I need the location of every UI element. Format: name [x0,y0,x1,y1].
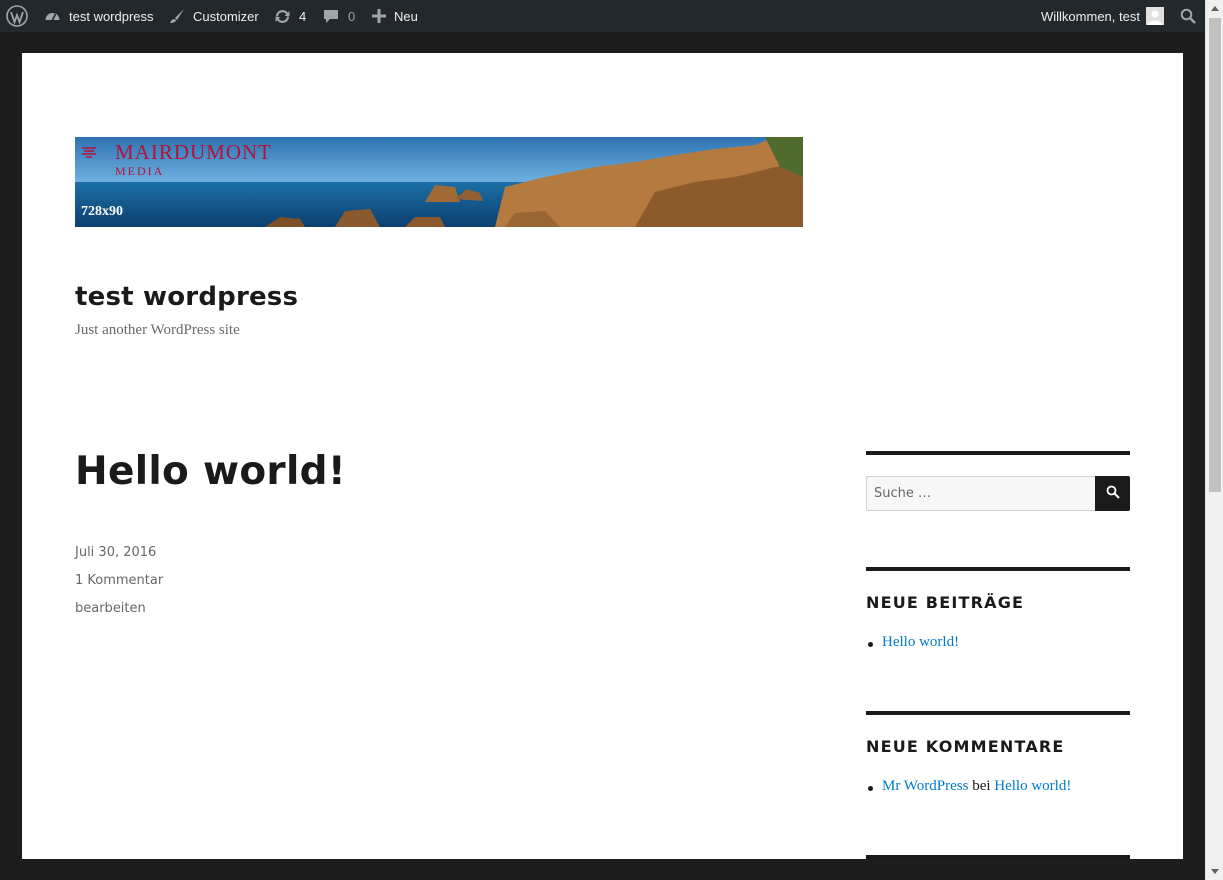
site-name-label: test wordpress [69,8,154,24]
updates-icon [274,8,291,25]
post-edit-link[interactable]: bearbeiten [75,601,146,616]
widget-divider [866,451,1130,455]
comment-bubble-icon [323,8,339,24]
vertical-scrollbar[interactable] [1205,0,1223,880]
banner-brand: MAIRDUMONT [115,140,272,164]
site-name-menu[interactable]: test wordpress [44,0,154,32]
search-icon[interactable] [1180,0,1196,32]
customizer-menu[interactable]: Customizer [169,0,259,32]
recent-posts-title: NEUE BEITRÄGE [866,593,1025,612]
my-account-menu[interactable]: Willkommen, test [1041,0,1164,32]
widget-divider [866,711,1130,715]
post-title[interactable]: Hello world! [75,449,346,494]
search-button[interactable] [1095,476,1130,511]
banner-brand-sub: MEDIA [115,164,165,178]
recent-comments-title: NEUE KOMMENTARE [866,737,1065,756]
welcome-label: Willkommen, test [1041,8,1140,24]
comment-connector: bei [972,778,991,794]
brand-logo-icon [81,145,97,159]
plus-icon [372,9,386,23]
post-date[interactable]: Juli 30, 2016 [75,545,156,560]
dashboard-icon [44,8,61,25]
scroll-down-icon[interactable] [1206,863,1223,880]
list-item: Mr WordPress bei Hello world! [866,778,1071,795]
post-comments-link[interactable]: 1 Kommentar [75,573,163,588]
wordpress-logo-icon[interactable] [6,0,28,32]
comment-author-link[interactable]: Mr WordPress [882,778,968,794]
widget-divider [866,567,1130,571]
customizer-label: Customizer [193,8,259,24]
updates-menu[interactable]: 4 [274,0,306,32]
site-title[interactable]: test wordpress [75,282,298,312]
scroll-thumb[interactable] [1209,18,1221,492]
recent-post-link[interactable]: Hello world! [882,634,959,650]
search-input[interactable] [866,476,1095,511]
page-content: MAIRDUMONT MEDIA 728x90 test wordpress J… [22,53,1183,859]
recent-posts-list: Hello world! [866,634,959,651]
brush-icon [169,8,185,24]
new-content-menu[interactable]: Neu [372,0,418,32]
scroll-up-icon[interactable] [1206,0,1223,17]
search-icon [1106,485,1120,502]
comment-post-link[interactable]: Hello world! [994,778,1071,794]
list-item: Hello world! [866,634,959,651]
recent-comments-list: Mr WordPress bei Hello world! [866,778,1071,795]
site-description: Just another WordPress site [75,322,240,338]
avatar [1145,7,1164,25]
admin-bar: test wordpress Customizer 4 0 Neu Willko… [0,0,1205,32]
widget-divider [866,855,1130,859]
banner-size-label: 728x90 [81,204,123,219]
comments-menu[interactable]: 0 [323,0,355,32]
ad-banner[interactable]: MAIRDUMONT MEDIA 728x90 [75,137,803,227]
new-label: Neu [394,8,418,24]
updates-count: 4 [299,8,307,24]
comments-count: 0 [348,8,356,24]
